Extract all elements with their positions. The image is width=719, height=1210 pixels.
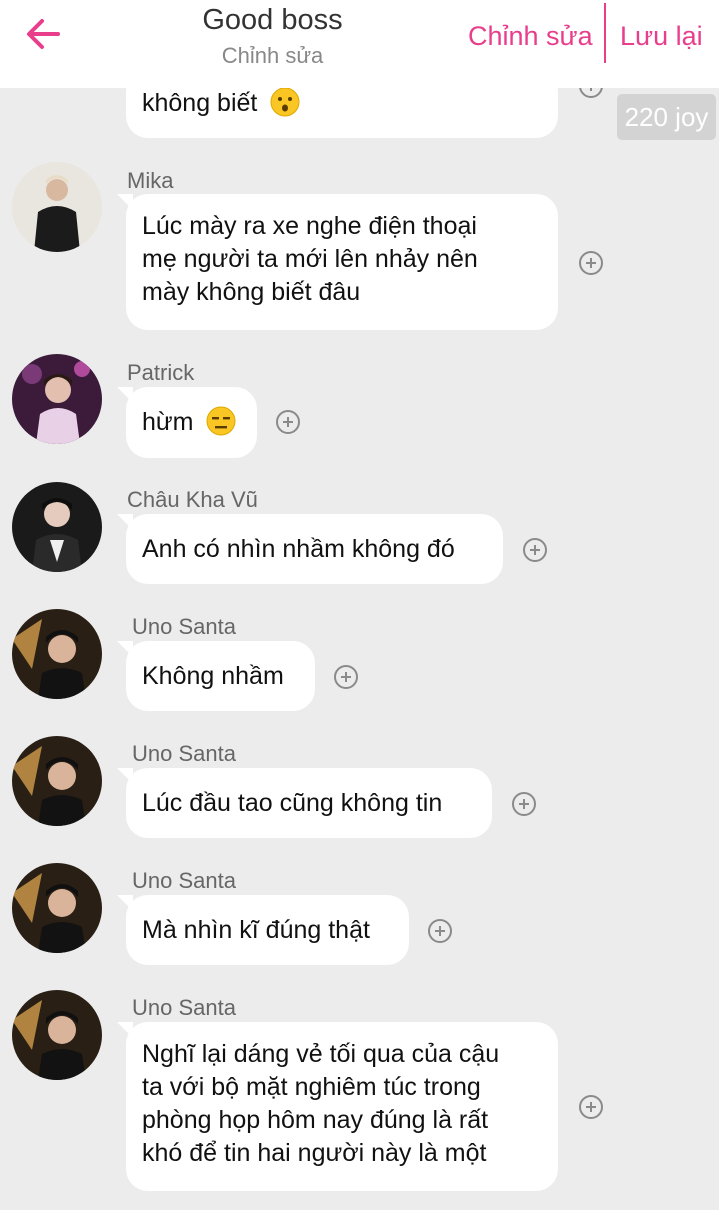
message-line: Lúc mày ra xe nghe điện thoại: [142, 212, 477, 240]
edit-button[interactable]: Chỉnh sửa: [468, 20, 593, 52]
save-button[interactable]: Lưu lại: [620, 20, 703, 52]
message-text: Lúc đầu tao cũng không tin: [142, 789, 443, 817]
message-text: không biết: [142, 89, 258, 117]
message-line: ta với bộ mặt nghiêm túc trong: [142, 1073, 481, 1101]
add-reaction-button[interactable]: [276, 410, 300, 434]
arrow-left-icon: [27, 19, 60, 49]
message-bubble[interactable]: Anh có nhìn nhầm không đó: [117, 514, 503, 584]
message-text: Anh có nhìn nhầm không đó: [142, 535, 455, 563]
back-button[interactable]: [22, 14, 64, 54]
person-avatar-image: [12, 354, 102, 444]
message-bubble[interactable]: Lúc mày ra xe nghe điện thoại mẹ người t…: [117, 194, 558, 330]
sender-name: Uno Santa: [132, 995, 236, 1020]
message-line: mày không biết đâu: [142, 278, 361, 306]
avatar[interactable]: [12, 609, 102, 699]
person-avatar-image: [12, 609, 102, 699]
message-bubble[interactable]: Mà nhìn kĩ đúng thật: [117, 895, 409, 965]
message-line: mẹ người ta mới lên nhảy nên: [142, 245, 478, 273]
add-reaction-button[interactable]: [579, 251, 603, 275]
page-title: Good boss: [202, 4, 343, 36]
person-avatar-image: [12, 863, 102, 953]
message-line: Nghĩ lại dáng vẻ tối qua của cậu: [142, 1040, 500, 1068]
person-avatar-image: [12, 990, 102, 1080]
add-reaction-button[interactable]: [523, 538, 547, 562]
avatar[interactable]: [12, 354, 102, 444]
add-reaction-button[interactable]: [334, 665, 358, 689]
expressionless-face-icon: [206, 406, 236, 436]
sender-name: Uno Santa: [132, 868, 236, 893]
person-avatar-image: [12, 736, 102, 826]
message-text: Không nhầm: [142, 662, 284, 690]
sender-name: Uno Santa: [132, 741, 236, 766]
avatar[interactable]: [12, 482, 102, 572]
avatar[interactable]: [12, 162, 102, 252]
message-bubble[interactable]: Nghĩ lại dáng vẻ tối qua của cậu ta với …: [117, 1022, 558, 1191]
page-subtitle: Chỉnh sửa: [221, 43, 324, 68]
add-reaction-button[interactable]: [428, 919, 452, 943]
avatar[interactable]: [12, 863, 102, 953]
avatar[interactable]: [12, 736, 102, 826]
message-text: Mà nhìn kĩ đúng thật: [142, 916, 370, 944]
message-line: phòng họp hôm nay đúng là rất: [142, 1106, 489, 1134]
title-block: Good boss Chỉnh sửa: [160, 0, 385, 69]
add-reaction-button[interactable]: [579, 1095, 603, 1119]
sender-name: Patrick: [127, 360, 195, 385]
joy-badge: 220 joy: [617, 94, 716, 140]
message-bubble[interactable]: Không nhầm: [117, 641, 315, 711]
message-text: hừm: [142, 408, 194, 436]
face-with-open-mouth-icon: [270, 87, 300, 117]
add-reaction-button[interactable]: [512, 792, 536, 816]
sender-name: Uno Santa: [132, 614, 236, 639]
person-avatar-image: [12, 162, 102, 252]
avatar[interactable]: [12, 990, 102, 1080]
header-bar: Good boss Chỉnh sửa Chỉnh sửa Lưu lại: [0, 0, 719, 88]
message-line: khó để tin hai người này là một: [142, 1139, 487, 1167]
sender-name: Mika: [127, 168, 174, 193]
message-bubble[interactable]: Lúc đầu tao cũng không tin: [117, 768, 492, 838]
sender-name: Châu Kha Vũ: [127, 487, 258, 512]
person-avatar-image: [12, 482, 102, 572]
message-bubble[interactable]: hừm: [117, 387, 257, 458]
header-divider: [604, 3, 606, 63]
